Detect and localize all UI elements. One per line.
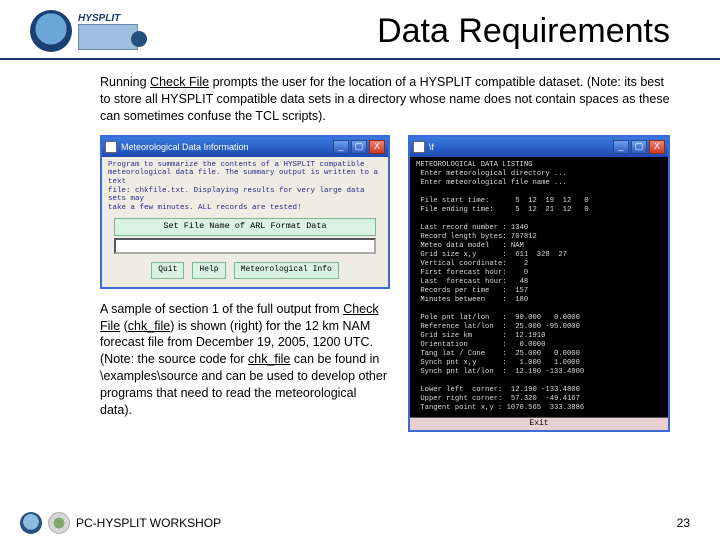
footer-emblem-icon <box>48 512 70 534</box>
console-close-button[interactable]: X <box>649 140 665 154</box>
set-file-label: Set File Name of ARL Format Data <box>114 218 376 235</box>
close-button[interactable]: X <box>369 140 385 154</box>
intro-paragraph: Running Check File prompts the user for … <box>100 74 670 125</box>
footer-noaa-icon <box>20 512 42 534</box>
console-output: METEOROLOGICAL DATA LISTING Enter meteor… <box>410 157 668 417</box>
slide-body: Running Check File prompts the user for … <box>0 60 720 432</box>
exit-button[interactable]: Exit <box>410 417 668 431</box>
sample-paragraph: A sample of section 1 of the full output… <box>100 301 390 419</box>
console-window-icon <box>413 141 425 153</box>
help-button[interactable]: Help <box>192 262 225 279</box>
check-file-link: Check File <box>150 75 209 89</box>
console-window-controls: _ ▢ X <box>613 140 665 154</box>
left-column: Meteorological Data Information _ ▢ X Pr… <box>100 135 390 419</box>
right-column: \f _ ▢ X METEOROLOGICAL DATA LISTING Ent… <box>408 135 670 433</box>
p2-b: ( <box>120 319 128 333</box>
p2-u3: chk_file <box>248 352 290 366</box>
hysplit-badge-text: HYSPLIT <box>78 13 138 24</box>
console-maximize-button[interactable]: ▢ <box>631 140 647 154</box>
screenshots-row: Meteorological Data Information _ ▢ X Pr… <box>100 135 670 433</box>
meteo-info-button[interactable]: Meteorological Info <box>234 262 339 279</box>
minimize-button[interactable]: _ <box>333 140 349 154</box>
intro-lead: Running <box>100 75 150 89</box>
window-controls: _ ▢ X <box>333 140 385 154</box>
slide-footer: PC-HYSPLIT WORKSHOP 23 <box>0 512 720 534</box>
hysplit-logo-block: HYSPLIT <box>30 10 220 52</box>
window-icon <box>105 141 117 153</box>
file-path-input[interactable] <box>114 238 376 254</box>
console-window: \f _ ▢ X METEOROLOGICAL DATA LISTING Ent… <box>408 135 670 433</box>
footer-workshop-label: PC-HYSPLIT WORKSHOP <box>76 516 221 530</box>
meteo-info-window: Meteorological Data Information _ ▢ X Pr… <box>100 135 390 289</box>
footer-left: PC-HYSPLIT WORKSHOP <box>20 512 221 534</box>
slide-header: HYSPLIT Data Requirements <box>0 0 720 60</box>
console-body: METEOROLOGICAL DATA LISTING Enter meteor… <box>410 157 668 431</box>
console-titlebar[interactable]: \f _ ▢ X <box>410 137 668 157</box>
p2-u2: chk_file <box>128 319 170 333</box>
page-number: 23 <box>677 516 690 530</box>
maximize-button[interactable]: ▢ <box>351 140 367 154</box>
quit-button[interactable]: Quit <box>151 262 184 279</box>
page-title: Data Requirements <box>220 12 690 51</box>
console-window-title: \f <box>429 141 434 153</box>
noaa-logo-icon <box>30 10 72 52</box>
meteo-button-row: Quit Help Meteorological Info <box>108 260 382 281</box>
p2-a: A sample of section 1 of the full output… <box>100 302 343 316</box>
console-minimize-button[interactable]: _ <box>613 140 629 154</box>
hysplit-badge: HYSPLIT <box>78 13 138 50</box>
meteo-titlebar[interactable]: Meteorological Data Information _ ▢ X <box>102 137 388 157</box>
meteo-description: Program to summarize the contents of a H… <box>108 161 382 213</box>
hysplit-map-icon <box>78 24 138 50</box>
meteo-window-body: Program to summarize the contents of a H… <box>102 157 388 287</box>
meteo-window-title: Meteorological Data Information <box>121 141 249 153</box>
